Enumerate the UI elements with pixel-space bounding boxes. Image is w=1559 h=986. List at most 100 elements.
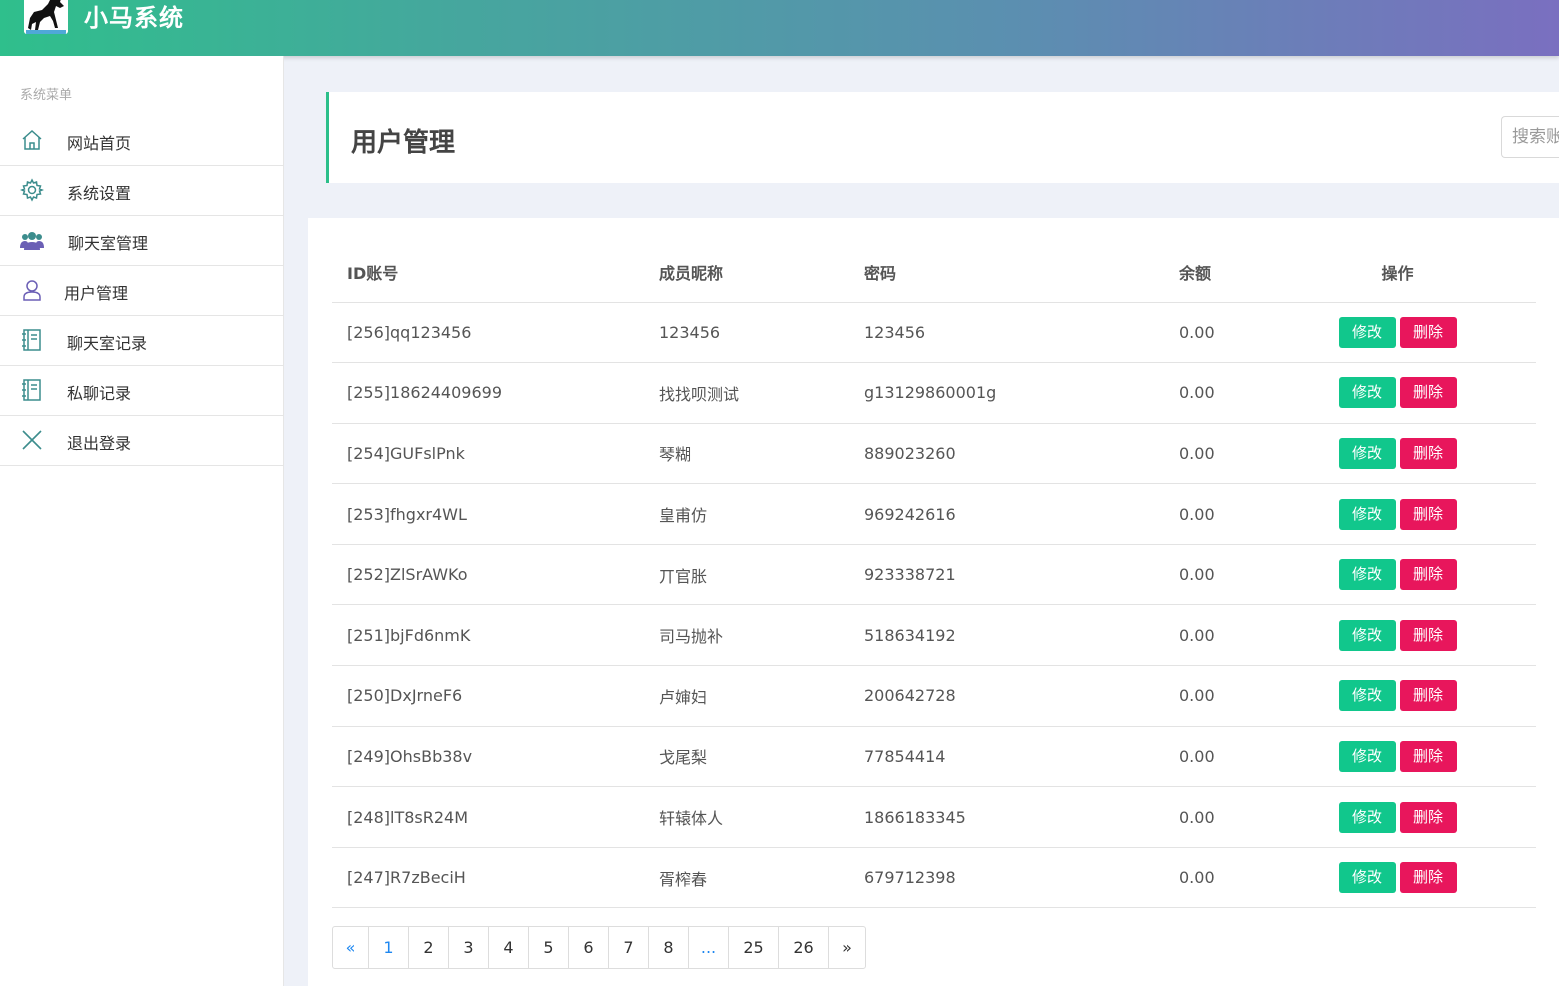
- cell-actions: 修改 删除: [1309, 665, 1536, 727]
- sidebar-item-chatroom-records[interactable]: 聊天室记录: [0, 316, 284, 366]
- edit-button[interactable]: 修改: [1338, 437, 1396, 469]
- cell-id: [253]fhgxr4WL: [332, 483, 659, 545]
- cell-balance: 0.00: [1179, 362, 1309, 424]
- top-header: 小马系统: [0, 0, 1559, 56]
- cell-actions: 修改 删除: [1309, 423, 1536, 485]
- cell-nickname: 丌官胀: [659, 544, 864, 606]
- table-row: [250]DxJrneF6 卢婶妇 200642728 0.00 修改 删除: [332, 665, 1536, 727]
- sidebar-item-label: 网站首页: [67, 134, 132, 153]
- cell-nickname: 123456: [659, 302, 864, 364]
- table-row: [249]OhsBb38v 戈尾梨 77854414 0.00 修改 删除: [332, 726, 1536, 788]
- delete-button[interactable]: 删除: [1399, 862, 1457, 894]
- cell-actions: 修改 删除: [1309, 362, 1536, 424]
- cell-id: [256]qq123456: [332, 302, 659, 364]
- cell-balance: 0.00: [1179, 726, 1309, 788]
- sidebar-item-label: 私聊记录: [67, 384, 132, 403]
- page-link[interactable]: 26: [779, 927, 829, 968]
- sidebar: 系统菜单 网站首页 系统设置 聊天室管理 用户管理 聊天室记录 私聊记录 退出登…: [0, 56, 284, 986]
- notebook-icon: [20, 378, 44, 402]
- edit-button[interactable]: 修改: [1338, 680, 1396, 712]
- cell-nickname: 皇甫仿: [659, 483, 864, 545]
- cell-id: [249]OhsBb38v: [332, 726, 659, 788]
- sidebar-item-home[interactable]: 网站首页: [0, 116, 284, 166]
- cell-balance: 0.00: [1179, 786, 1309, 848]
- page-link[interactable]: 5: [529, 927, 569, 968]
- edit-button[interactable]: 修改: [1338, 740, 1396, 772]
- menu-caption: 系统菜单: [20, 88, 73, 103]
- cell-id: [252]ZlSrAWKo: [332, 544, 659, 606]
- cell-balance: 0.00: [1179, 483, 1309, 545]
- cell-actions: 修改 删除: [1309, 483, 1536, 545]
- edit-button[interactable]: 修改: [1338, 559, 1396, 591]
- cell-nickname: 卢婶妇: [659, 665, 864, 727]
- cell-password: 679712398: [864, 847, 1179, 909]
- cell-balance: 0.00: [1179, 665, 1309, 727]
- table-row: [247]R7zBeciH 胥榨春 679712398 0.00 修改 删除: [332, 847, 1536, 909]
- page-ellipsis[interactable]: ...: [689, 927, 729, 968]
- cell-password: 518634192: [864, 604, 1179, 667]
- page-link[interactable]: 3: [449, 927, 489, 968]
- cell-password: 77854414: [864, 726, 1179, 788]
- cell-actions: 修改 删除: [1309, 786, 1536, 848]
- sidebar-item-logout[interactable]: 退出登录: [0, 416, 284, 466]
- page-title-card: 用户管理: [326, 92, 1559, 183]
- cell-id: [251]bjFd6nmK: [332, 604, 659, 667]
- sidebar-item-label: 退出登录: [67, 434, 132, 453]
- sidebar-menu: 网站首页 系统设置 聊天室管理 用户管理 聊天室记录 私聊记录 退出登录: [0, 116, 284, 466]
- delete-button[interactable]: 删除: [1399, 377, 1457, 409]
- table-row: [251]bjFd6nmK 司马抛补 518634192 0.00 修改 删除: [332, 604, 1536, 667]
- table-row: [254]GUFslPnk 琴糊 889023260 0.00 修改 删除: [332, 423, 1536, 485]
- column-header-nickname: 成员昵称: [659, 242, 864, 303]
- prev-page-button[interactable]: «: [333, 927, 369, 968]
- page-link[interactable]: 7: [609, 927, 649, 968]
- page-link[interactable]: 8: [649, 927, 689, 968]
- horse-logo-icon[interactable]: [24, 0, 68, 34]
- cell-nickname: 轩辕体人: [659, 786, 864, 848]
- column-header-balance: 余额: [1179, 242, 1309, 303]
- delete-button[interactable]: 删除: [1399, 801, 1457, 833]
- brand-title: 小马系统: [84, 4, 184, 32]
- cell-password: 889023260: [864, 423, 1179, 485]
- cell-actions: 修改 删除: [1309, 604, 1536, 667]
- table-row: [253]fhgxr4WL 皇甫仿 969242616 0.00 修改 删除: [332, 483, 1536, 545]
- delete-button[interactable]: 删除: [1399, 559, 1457, 591]
- cell-id: [247]R7zBeciH: [332, 847, 659, 909]
- sidebar-item-users[interactable]: 用户管理: [0, 266, 284, 316]
- edit-button[interactable]: 修改: [1338, 619, 1396, 651]
- delete-button[interactable]: 删除: [1399, 498, 1457, 530]
- column-header-actions: 操作: [1309, 242, 1536, 303]
- users-group-icon: [20, 228, 44, 252]
- next-page-button[interactable]: »: [829, 927, 865, 968]
- cell-id: [250]DxJrneF6: [332, 665, 659, 727]
- table-row: [252]ZlSrAWKo 丌官胀 923338721 0.00 修改 删除: [332, 544, 1536, 606]
- delete-button[interactable]: 删除: [1399, 740, 1457, 772]
- edit-button[interactable]: 修改: [1338, 801, 1396, 833]
- edit-button[interactable]: 修改: [1338, 377, 1396, 409]
- delete-button[interactable]: 删除: [1399, 680, 1457, 712]
- table-header-row: ID账号 成员昵称 密码 余额 操作: [332, 242, 1536, 303]
- page-link[interactable]: 25: [729, 927, 779, 968]
- cell-actions: 修改 删除: [1309, 544, 1536, 606]
- cell-nickname: 戈尾梨: [659, 726, 864, 788]
- edit-button[interactable]: 修改: [1338, 862, 1396, 894]
- cell-balance: 0.00: [1179, 604, 1309, 667]
- page-link[interactable]: 2: [409, 927, 449, 968]
- cell-nickname: 胥榨春: [659, 847, 864, 909]
- delete-button[interactable]: 删除: [1399, 316, 1457, 348]
- edit-button[interactable]: 修改: [1338, 316, 1396, 348]
- delete-button[interactable]: 删除: [1399, 437, 1457, 469]
- page-link[interactable]: 4: [489, 927, 529, 968]
- sidebar-item-chatroom-manage[interactable]: 聊天室管理: [0, 216, 284, 266]
- page-link[interactable]: 1: [369, 927, 409, 968]
- delete-button[interactable]: 删除: [1399, 619, 1457, 651]
- cell-password: 200642728: [864, 665, 1179, 727]
- sidebar-item-settings[interactable]: 系统设置: [0, 166, 284, 216]
- page-link[interactable]: 6: [569, 927, 609, 968]
- edit-button[interactable]: 修改: [1338, 498, 1396, 530]
- sidebar-item-private-records[interactable]: 私聊记录: [0, 366, 284, 416]
- user-table: ID账号 成员昵称 密码 余额 操作 [256]qq123456 123456 12…: [332, 242, 1536, 909]
- cell-password: 123456: [864, 302, 1179, 364]
- user-icon: [20, 278, 44, 302]
- search-input[interactable]: [1501, 116, 1559, 158]
- table-row: [248]lT8sR24M 轩辕体人 1866183345 0.00 修改 删除: [332, 786, 1536, 848]
